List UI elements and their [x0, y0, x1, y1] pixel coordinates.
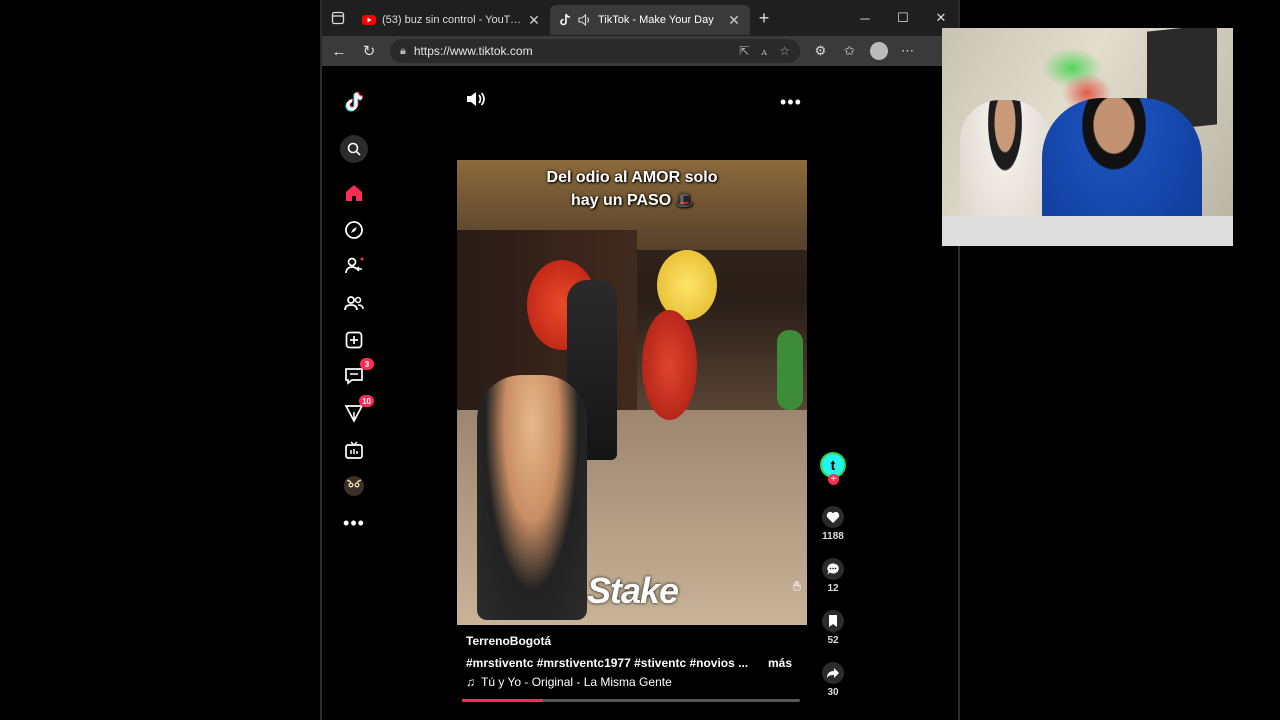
desk — [942, 216, 1233, 246]
tiktok-logo-icon[interactable] — [340, 88, 368, 116]
browser-window: (53) buz sin control - YouTube ✕ TikTok … — [320, 0, 960, 720]
reload-icon[interactable]: ↻ — [354, 36, 384, 66]
share-icon — [822, 662, 844, 684]
progress-fill — [462, 699, 544, 702]
tiktok-page: 3 10 ••• ••• Del odio al AMOR solo hay u… — [322, 66, 958, 720]
caption-line-1: Del odio al AMOR solo — [546, 169, 718, 186]
save-count: 52 — [827, 635, 839, 646]
music-note-icon: ♫ — [466, 675, 475, 689]
comment-icon — [822, 558, 844, 580]
follow-plus-icon[interactable]: + — [828, 474, 839, 485]
video-player[interactable]: Del odio al AMOR solo hay un PASO 🎩 Stak… — [457, 160, 807, 625]
music-line[interactable]: ♫ Tú y Yo - Original - La Misma Gente — [466, 675, 796, 689]
favorite-star-icon[interactable]: ☆ — [779, 44, 790, 58]
video-caption: Del odio al AMOR solo hay un PASO 🎩 — [457, 166, 807, 212]
author-name[interactable]: TerrenoBogotá — [466, 634, 796, 650]
minimize-icon[interactable]: ─ — [846, 0, 884, 36]
url-text: https://www.tiktok.com — [413, 44, 533, 58]
stake-watermark: Stake — [587, 570, 679, 611]
hashtags[interactable]: #mrstiventc #mrstiventc1977 #stiventc #n… — [466, 656, 756, 670]
read-aloud-icon[interactable]: ꭺ — [761, 44, 767, 59]
caption-line-2-text: hay un PASO — [570, 192, 672, 209]
address-bar: ← ↻ 🔒︎ https://www.tiktok.com ⇱ ꭺ ☆ ⚙ ✩ … — [322, 36, 958, 66]
new-tab-button[interactable]: + — [750, 8, 778, 29]
open-in-app-icon[interactable]: ⇱ — [739, 44, 749, 58]
messages-badge: 3 — [360, 358, 374, 370]
friends-icon[interactable] — [340, 289, 368, 317]
back-icon[interactable]: ← — [324, 36, 354, 66]
tab-title: (53) buz sin control - YouTube — [382, 14, 526, 26]
share-button[interactable]: 30 — [818, 662, 848, 698]
emoji-decoration: 🎩 — [675, 192, 694, 208]
bookmark-icon — [822, 610, 844, 632]
person-sitting — [477, 375, 587, 620]
music-title: Tú y Yo - Original - La Misma Gente — [481, 675, 672, 689]
tab-title: TikTok - Make Your Day — [598, 14, 714, 26]
stage: (53) buz sin control - YouTube ✕ TikTok … — [0, 0, 1280, 720]
youtube-icon — [362, 13, 376, 27]
cactus-decoration — [777, 330, 803, 410]
heart-icon — [822, 506, 844, 528]
more-link[interactable]: más — [768, 656, 792, 670]
search-icon[interactable] — [340, 135, 368, 163]
tab-bar: (53) buz sin control - YouTube ✕ TikTok … — [322, 0, 958, 36]
webcam-overlay — [942, 28, 1233, 246]
tab-actions-icon[interactable] — [322, 0, 354, 36]
video-more-icon[interactable]: ••• — [780, 92, 802, 113]
hashtag-line: #mrstiventc #mrstiventc1977 #stiventc #n… — [466, 656, 796, 670]
inbox-icon[interactable]: 10 — [340, 395, 374, 427]
tab-youtube[interactable]: (53) buz sin control - YouTube ✕ — [354, 5, 550, 35]
close-tab-icon[interactable]: ✕ — [526, 12, 542, 29]
volume-icon[interactable] — [466, 90, 488, 110]
share-count: 30 — [827, 687, 839, 698]
comment-count: 12 — [827, 583, 839, 594]
balloon-decoration — [642, 310, 697, 420]
tab-tiktok[interactable]: TikTok - Make Your Day ✕ — [550, 5, 750, 35]
home-icon[interactable] — [340, 179, 368, 207]
upload-icon[interactable] — [340, 326, 368, 354]
live-icon[interactable] — [340, 436, 368, 464]
explore-icon[interactable] — [340, 216, 368, 244]
url-field[interactable]: 🔒︎ https://www.tiktok.com ⇱ ꭺ ☆ — [390, 39, 800, 63]
like-button[interactable]: 1188 — [818, 506, 848, 542]
close-tab-icon[interactable]: ✕ — [726, 12, 742, 29]
favorites-icon[interactable]: ✩ — [835, 36, 864, 66]
comment-button[interactable]: 12 — [818, 558, 848, 594]
messages-icon[interactable]: 3 — [340, 358, 374, 390]
tiktok-favicon-icon — [558, 13, 572, 27]
speaker-icon[interactable] — [578, 13, 592, 27]
progress-bar[interactable] — [462, 699, 800, 702]
following-icon[interactable] — [340, 252, 368, 280]
avatar — [869, 42, 888, 60]
hand-cursor-icon: ✋︎ — [793, 578, 801, 594]
like-count: 1188 — [822, 531, 844, 542]
profile-icon[interactable] — [864, 36, 893, 66]
more-icon[interactable]: ••• — [340, 509, 368, 537]
sidebar: 3 10 ••• — [322, 66, 386, 720]
maximize-icon[interactable]: ☐ — [884, 0, 922, 36]
profile-avatar-icon[interactable] — [340, 472, 368, 500]
lock-icon: 🔒︎ — [400, 44, 406, 57]
video-meta: TerrenoBogotá #mrstiventc #mrstiventc197… — [466, 634, 796, 689]
inbox-badge: 10 — [359, 395, 374, 407]
settings-more-icon[interactable]: ⋯ — [893, 36, 922, 66]
extensions-icon[interactable]: ⚙ — [806, 36, 835, 66]
caption-line-2: hay un PASO 🎩 — [457, 189, 807, 212]
save-button[interactable]: 52 — [818, 610, 848, 646]
